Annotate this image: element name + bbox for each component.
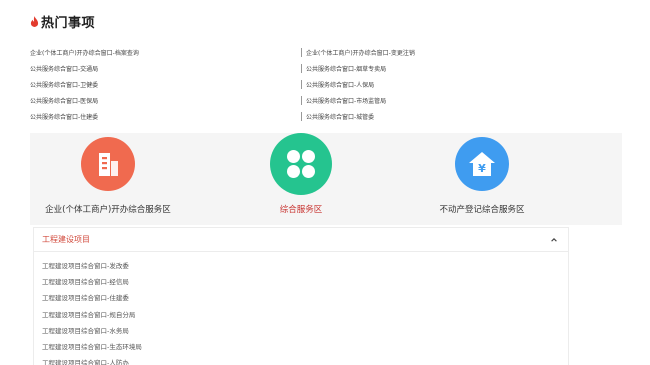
accordion-item[interactable]: 工程建设项目综合窗口-住建委 <box>34 289 568 305</box>
hot-item-link[interactable]: 公共服务综合窗口-市场监管局 <box>306 96 576 105</box>
accordion-header[interactable]: 工程建设项目 <box>34 228 568 252</box>
hot-row: 公共服务综合窗口-医保局 公共服务综合窗口-市场监管局 <box>30 92 622 108</box>
accordion-item[interactable]: 工程建设项目综合窗口-经信局 <box>34 273 568 289</box>
zone-realestate-label: 不动产登记综合服务区 <box>439 205 525 215</box>
divider <box>301 79 302 89</box>
hot-row: 公共服务综合窗口-交通局 公共服务综合窗口-烟草专卖局 <box>30 60 622 76</box>
zone-enterprise-label: 企业(个体工商户)开办综合服务区 <box>45 205 171 215</box>
hot-item-link[interactable]: 公共服务综合窗口-烟草专卖局 <box>306 64 576 73</box>
hot-item-link[interactable]: 公共服务综合窗口-医保局 <box>30 96 300 105</box>
service-zones: 企业(个体工商户)开办综合服务区 综合服务区 ¥ 不动产登记综合服务区 <box>30 133 622 225</box>
hot-items-title: 热门事项 <box>41 16 96 31</box>
accordion-list: 工程建设项目综合窗口-发改委 工程建设项目综合窗口-经信局 工程建设项目综合窗口… <box>34 252 568 365</box>
building-icon <box>99 153 118 176</box>
chevron-up-icon[interactable] <box>550 236 558 244</box>
divider <box>301 47 302 57</box>
flame-icon <box>30 15 39 27</box>
hot-item-link[interactable]: 企业(个体工商户)开办综合窗口-档案查询 <box>30 48 300 57</box>
divider <box>301 111 302 121</box>
accordion-title: 工程建设项目 <box>42 235 90 244</box>
zone-enterprise-button[interactable]: 企业(个体工商户)开办综合服务区 <box>8 137 208 215</box>
hot-item-link[interactable]: 公共服务综合窗口-住建委 <box>30 112 300 121</box>
hot-item-link[interactable]: 公共服务综合窗口-交通局 <box>30 64 300 73</box>
zone-general-circle <box>270 133 332 195</box>
hot-row: 公共服务综合窗口-住建委 公共服务综合窗口-城管委 <box>30 108 622 124</box>
svg-text:¥: ¥ <box>478 162 486 175</box>
hot-item-link[interactable]: 公共服务综合窗口-城管委 <box>306 112 576 121</box>
zone-realestate-button[interactable]: ¥ 不动产登记综合服务区 <box>382 137 582 215</box>
zone-enterprise-circle <box>81 137 135 191</box>
clover-icon <box>287 150 315 178</box>
hot-item-link[interactable]: 企业(个体工商户)开办综合窗口-变更注销 <box>306 48 576 57</box>
divider <box>301 95 302 105</box>
zone-general-label: 综合服务区 <box>279 205 323 215</box>
hot-items-header: 热门事项 <box>30 12 95 31</box>
hot-item-link[interactable]: 公共服务综合窗口-卫健委 <box>30 80 300 89</box>
divider <box>301 63 302 73</box>
hot-row: 公共服务综合窗口-卫健委 公共服务综合窗口-人保局 <box>30 76 622 92</box>
hot-row: 企业(个体工商户)开办综合窗口-档案查询 企业(个体工商户)开办综合窗口-变更注… <box>30 44 622 60</box>
accordion-item[interactable]: 工程建设项目综合窗口-生态环境局 <box>34 338 568 354</box>
zone-general-button[interactable]: 综合服务区 <box>201 133 401 215</box>
engineering-accordion: 工程建设项目 工程建设项目综合窗口-发改委 工程建设项目综合窗口-经信局 工程建… <box>33 227 569 365</box>
accordion-item[interactable]: 工程建设项目综合窗口-人防办 <box>34 354 568 365</box>
accordion-item[interactable]: 工程建设项目综合窗口-水务局 <box>34 322 568 338</box>
house-yuan-icon: ¥ <box>469 152 495 176</box>
zone-realestate-circle: ¥ <box>455 137 509 191</box>
accordion-item[interactable]: 工程建设项目综合窗口-规自分局 <box>34 306 568 322</box>
accordion-item[interactable]: 工程建设项目综合窗口-发改委 <box>34 257 568 273</box>
hot-items-list: 企业(个体工商户)开办综合窗口-档案查询 企业(个体工商户)开办综合窗口-变更注… <box>30 44 622 124</box>
hot-item-link[interactable]: 公共服务综合窗口-人保局 <box>306 80 576 89</box>
